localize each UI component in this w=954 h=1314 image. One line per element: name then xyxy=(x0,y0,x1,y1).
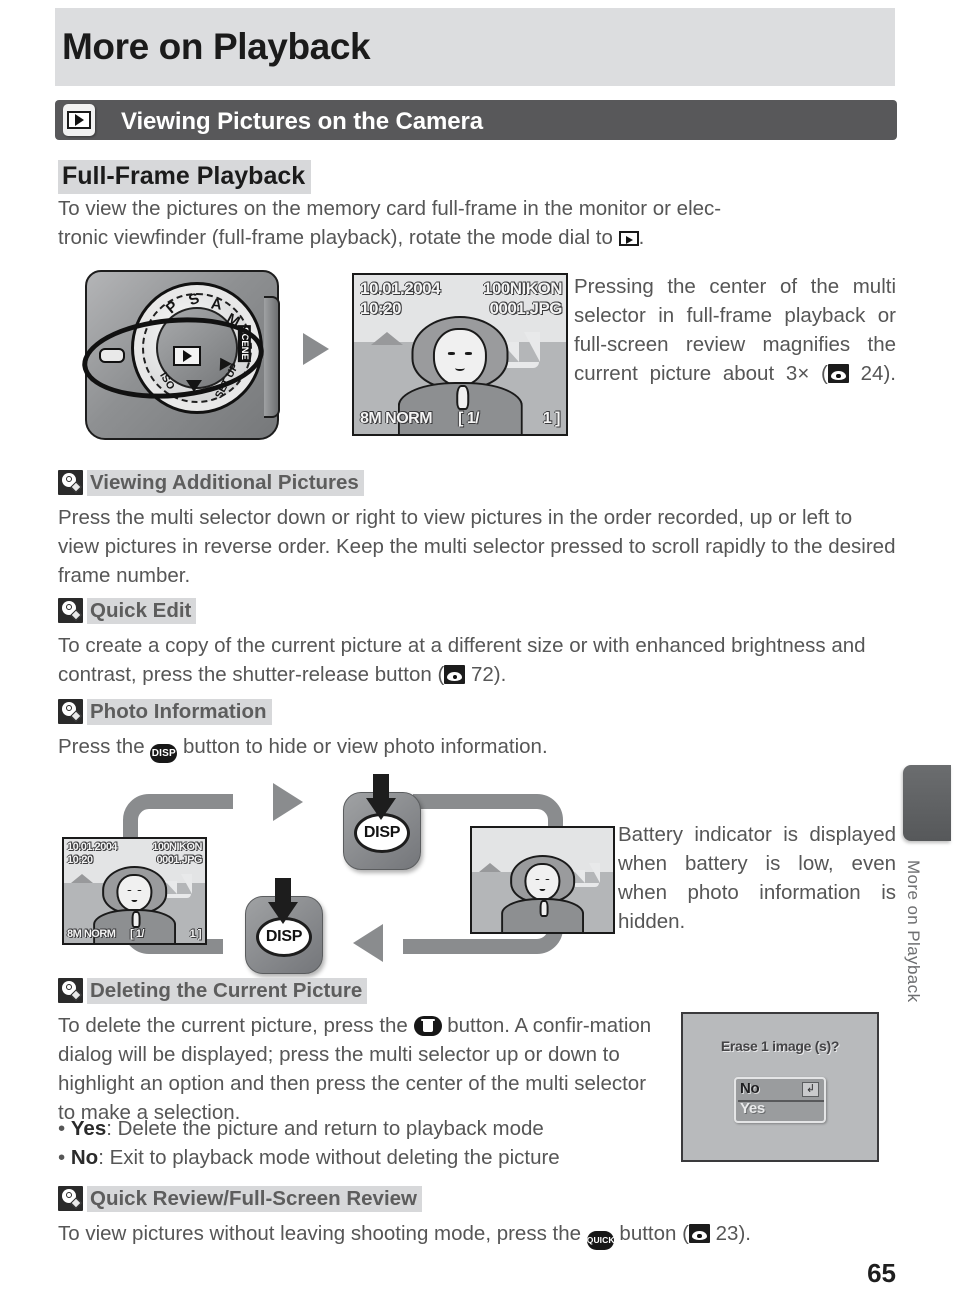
manual-page: More on Playback Viewing Pictures on the… xyxy=(0,0,954,1314)
battery-note: Battery indicator is displayed when batt… xyxy=(618,823,896,933)
enter-arrow-icon: ↲ xyxy=(802,1082,819,1097)
lcd-frame-current: [ 1/ xyxy=(458,410,480,427)
arrow-left-icon xyxy=(353,924,383,962)
flow-arrow-icon xyxy=(303,333,329,365)
intro-line-1: To view the pictures on the memory card … xyxy=(58,197,722,220)
lcd-full-frame-preview: 10.01.2004 10:20 100NIKON 0001.JPG 8M NO… xyxy=(352,273,568,436)
dial-label-a: A xyxy=(209,295,223,314)
lcd-folder: 100NIKON xyxy=(482,279,563,298)
tip-body-deleting-the-current-picture: To delete the current picture, press the… xyxy=(58,1014,652,1124)
press-arrow-stem xyxy=(373,774,389,800)
lcd-with-photo-info: 10.01.2004 10:20 100NIKON 0001.JPG 8M NO… xyxy=(62,837,207,945)
arrow-right-icon xyxy=(273,783,303,821)
side-tab-marker xyxy=(903,765,951,841)
press-arrow-icon xyxy=(366,798,396,820)
lightbulb-icon xyxy=(58,699,83,724)
subsection-title: Full-Frame Playback xyxy=(58,160,312,194)
lcd-frame-current: [ 1/ xyxy=(130,928,144,940)
lcd-time: 10:20 xyxy=(360,299,401,318)
tip-heading-photo-information: Photo Information xyxy=(58,699,272,725)
tip-body-viewing-additional-pictures: Press the multi selector down or right t… xyxy=(58,506,896,587)
quick-button-icon: QUICK xyxy=(586,1231,615,1250)
page-title: More on Playback xyxy=(62,26,371,67)
tip-heading-quick-edit: Quick Edit xyxy=(58,598,197,624)
lightbulb-icon xyxy=(58,1186,83,1211)
lcd-quality: 8M NORM xyxy=(360,410,433,427)
lcd-folder: 100NIKON xyxy=(152,841,202,853)
playback-mode-icon xyxy=(63,104,95,136)
lcd-frame-total: 1 ] xyxy=(542,410,561,427)
bullet-yes: • Yes: Delete the picture and return to … xyxy=(58,1117,544,1140)
tip-heading-viewing-additional-pictures: Viewing Additional Pictures xyxy=(58,470,364,496)
erase-dialog-menu[interactable]: No ↲ Yes xyxy=(734,1077,826,1123)
lcd-date: 10.01.2004 xyxy=(360,279,441,298)
page-reference-icon xyxy=(827,364,849,383)
section-title: Viewing Pictures on the Camera xyxy=(121,108,484,135)
erase-option-no[interactable]: No xyxy=(740,1080,760,1097)
page-reference-icon xyxy=(688,1224,710,1243)
page-reference-icon xyxy=(444,665,466,684)
disp-button-icon: DISP xyxy=(150,744,178,763)
tip-heading-deleting-the-current-picture: Deleting the Current Picture xyxy=(58,978,368,1004)
lcd-frame-total: 1 ] xyxy=(189,928,202,940)
side-tab-label: More on Playback xyxy=(904,860,923,1003)
bullet-no: • No: Exit to playback mode without dele… xyxy=(58,1146,560,1169)
intro-line-2: tronic viewfinder (full-frame playback),… xyxy=(58,226,645,249)
lightbulb-icon xyxy=(58,470,83,495)
intro-paragraph: To view the pictures on the memory card … xyxy=(58,194,898,252)
tip-body-quick-edit: To create a copy of the current picture … xyxy=(58,634,866,686)
erase-confirmation-dialog: Erase 1 image (s)? No ↲ Yes xyxy=(681,1012,879,1162)
magnify-note: Pressing the center of the multi selecto… xyxy=(574,275,896,385)
dial-playback-position-icon xyxy=(173,346,201,366)
lcd-quality: 8M NORM xyxy=(67,928,116,940)
playback-icon-inline xyxy=(618,231,639,246)
lightbulb-icon xyxy=(58,598,83,623)
tip-heading-quick-review: Quick Review/Full-Screen Review xyxy=(58,1186,422,1212)
erase-dialog-title: Erase 1 image (s)? xyxy=(720,1038,840,1054)
lcd-time: 10:20 xyxy=(67,854,93,866)
press-arrow-stem xyxy=(275,878,291,904)
lcd-info-hidden xyxy=(470,826,615,934)
lightbulb-icon xyxy=(58,978,83,1003)
page-number: 65 xyxy=(867,1258,896,1288)
tip-body-quick-review: To view pictures without leaving shootin… xyxy=(58,1219,898,1250)
lcd-filename: 0001.JPG xyxy=(156,854,202,866)
erase-option-yes[interactable]: Yes xyxy=(740,1100,765,1117)
press-arrow-icon xyxy=(268,902,298,924)
lcd-date: 10.01.2004 xyxy=(67,841,118,853)
trash-button-icon xyxy=(413,1016,442,1036)
mode-dial-illustration: P S A M SCENE SET UP ISO xyxy=(78,268,290,440)
tip-body-photo-information: Press the DISP button to hide or view ph… xyxy=(58,732,898,763)
lcd-filename: 0001.JPG xyxy=(489,299,562,318)
dial-index-mark xyxy=(99,348,125,363)
